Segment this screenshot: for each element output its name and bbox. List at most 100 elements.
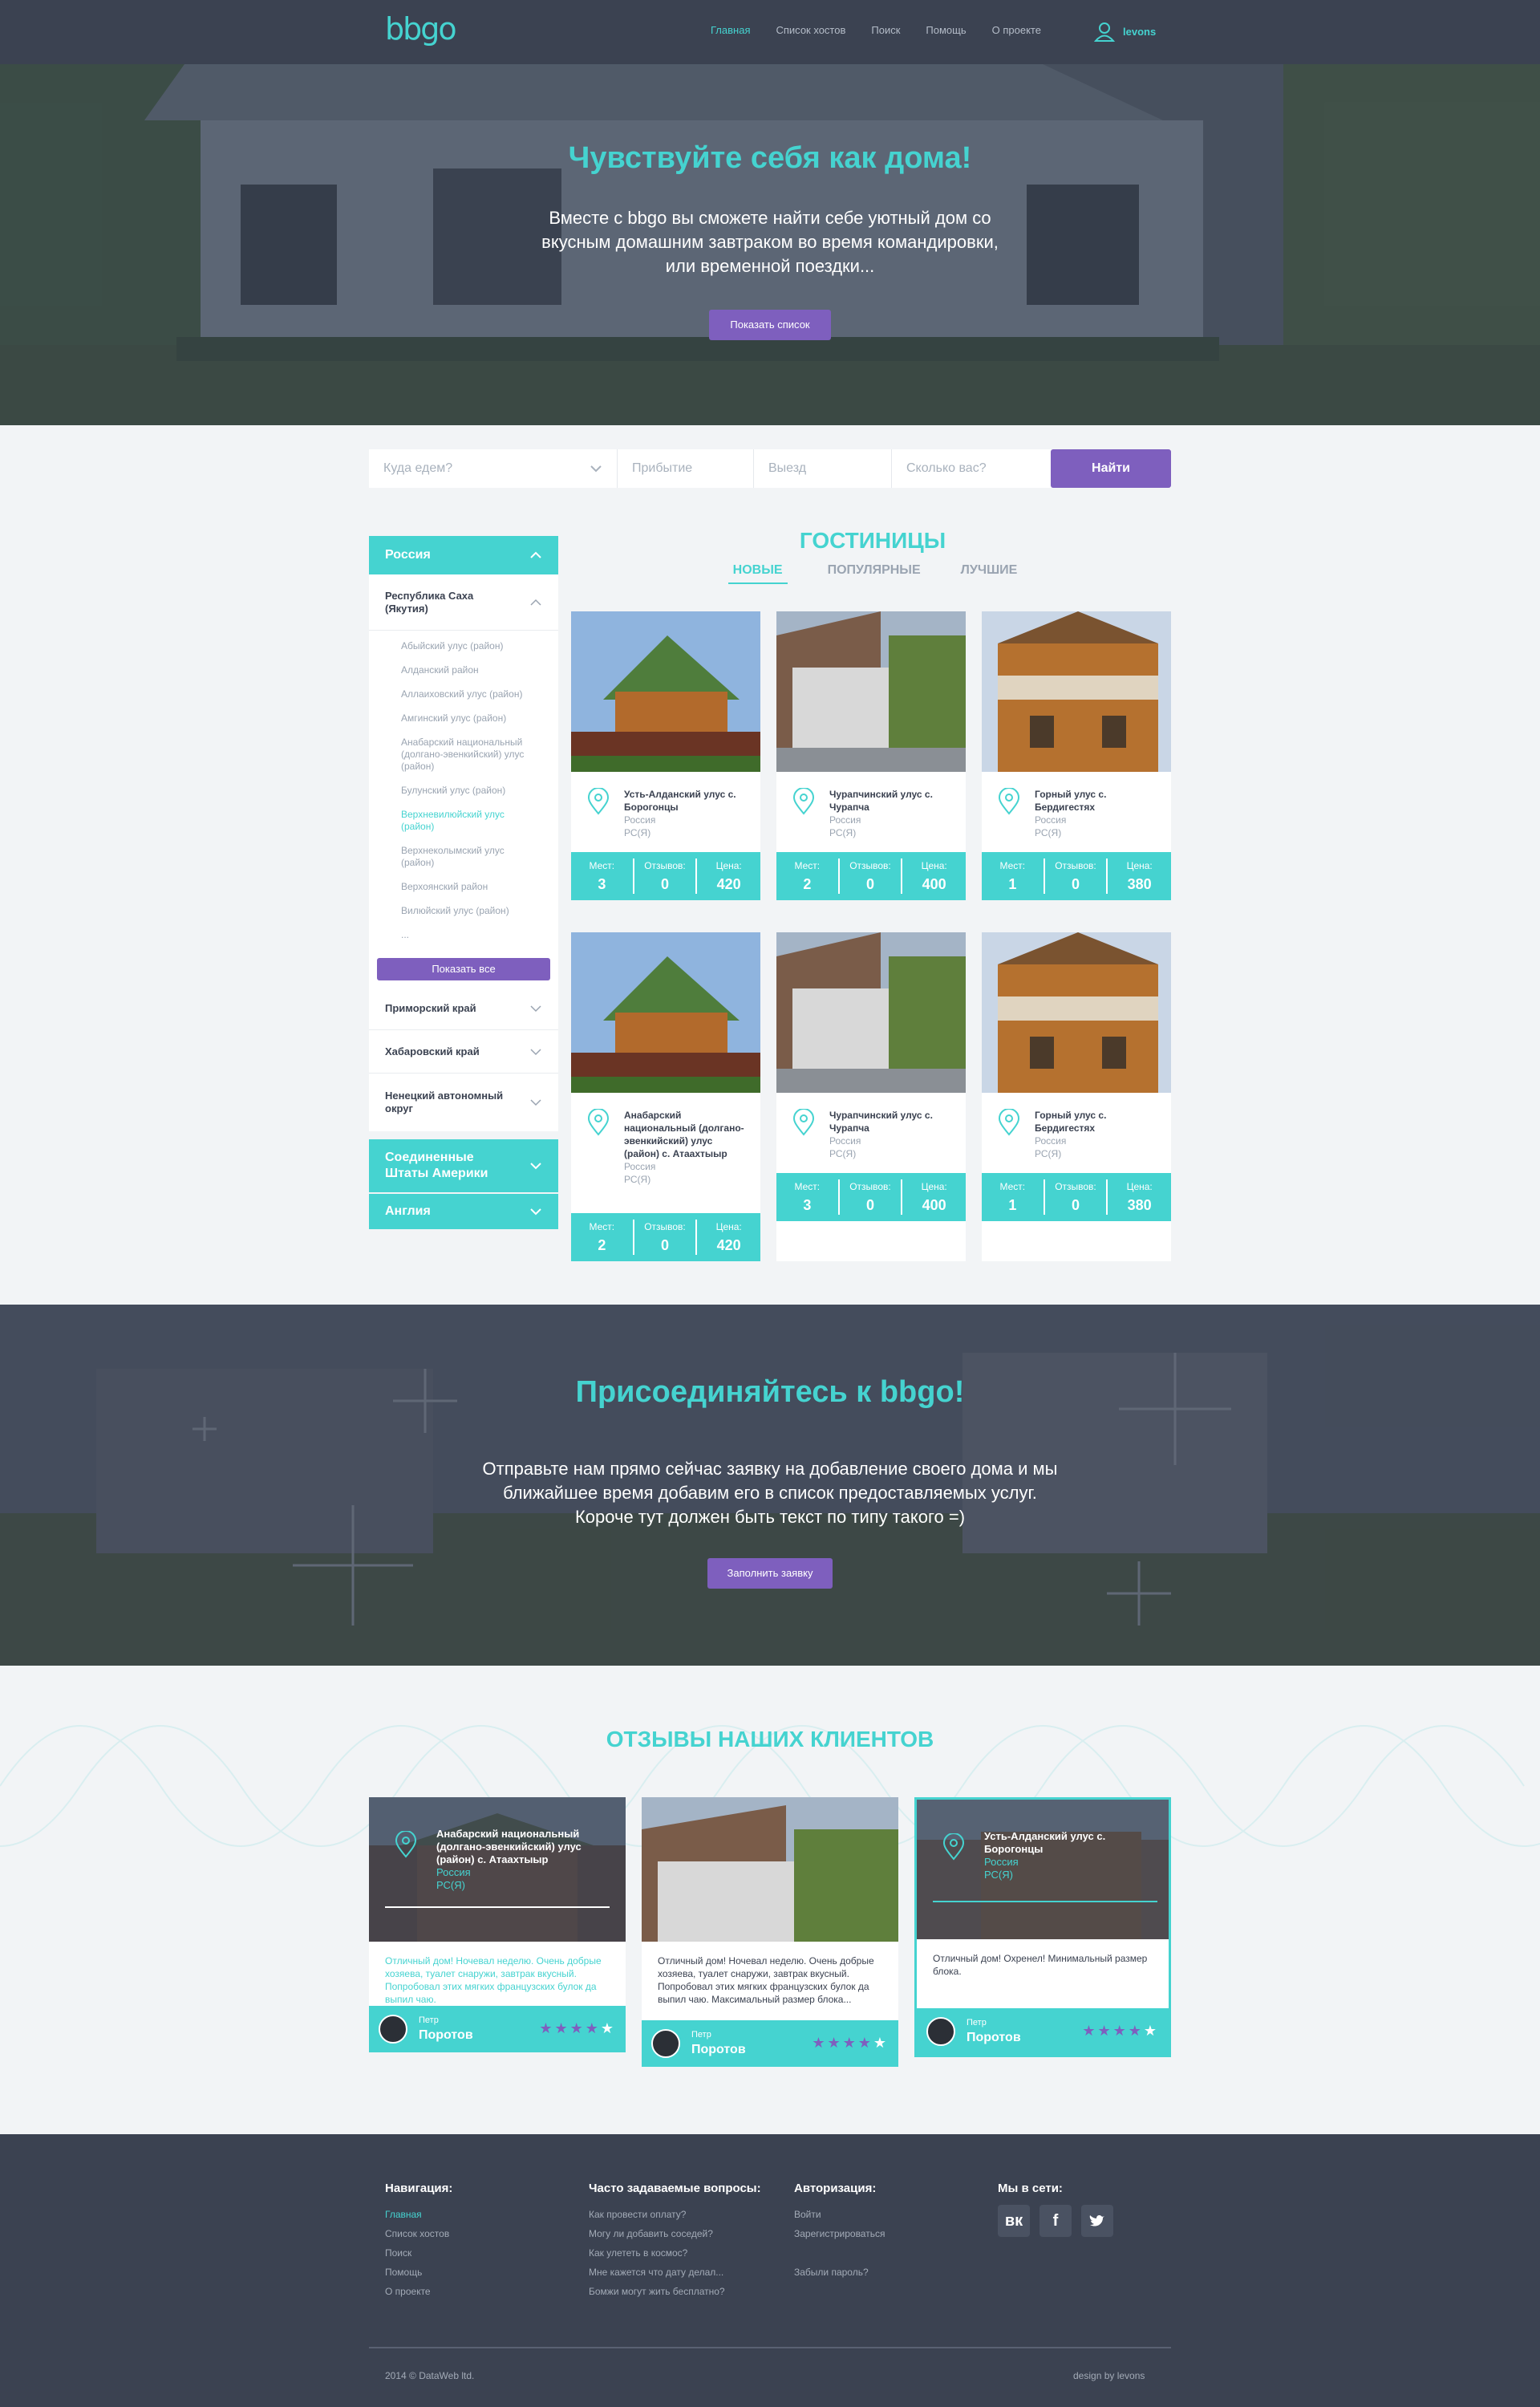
house-photo	[776, 932, 966, 1093]
district-link[interactable]: Абыйский улус (район)	[401, 640, 558, 652]
footer-link[interactable]: Помощь	[385, 2263, 561, 2282]
login-link[interactable]: Войти	[794, 2205, 971, 2224]
logo[interactable]: bbgo	[385, 11, 457, 47]
avatar	[651, 2029, 680, 2058]
hotel-card[interactable]: Усть-Алданский улус с. Борогонцы Россия РС…	[571, 611, 760, 900]
chevron-up-icon	[530, 551, 541, 558]
hotel-card[interactable]: Чурапчинский улус с. Чурапча Россия РС(Я) М…	[776, 932, 966, 1261]
district-link[interactable]: Булунский улус (район)	[401, 785, 558, 797]
search-button[interactable]: Найти	[1051, 449, 1171, 488]
hotel-photo	[982, 611, 1171, 772]
hero-title: Чувствуйте себя как дома!	[568, 141, 972, 175]
district-link[interactable]: Анабарский национальный (долгано-эвенкий…	[401, 737, 558, 773]
faq-link[interactable]: Мне кажется что дату делал...	[589, 2263, 765, 2282]
hotel-stats: Мест: 2 Отзывов: 0 Цена: 400	[776, 852, 966, 900]
region-label: Ненецкий автономный округ	[385, 1090, 504, 1114]
nav-hosts[interactable]: Список хостов	[776, 24, 845, 36]
author-last-name: Поротов	[967, 2031, 1021, 2044]
stat-label: Мест:	[589, 860, 615, 871]
review-photo: Анабарский национальный (долгано-эвенкий…	[369, 1797, 626, 1942]
hotel-location: Горный улус с. Бердигестях Россия РС(Я)	[982, 772, 1171, 852]
nav-search[interactable]: Поиск	[871, 24, 900, 36]
footer-link[interactable]: Список хостов	[385, 2224, 561, 2243]
vk-icon[interactable]: вк	[998, 2205, 1030, 2237]
map-pin-icon	[395, 1831, 417, 1858]
review-card[interactable]: Отличный дом! Ночевал неделю. Очень добр…	[642, 1797, 898, 2067]
forgot-password-link[interactable]: Забыли пароль?	[794, 2263, 971, 2282]
tab-new[interactable]: НОВЫЕ	[727, 563, 788, 584]
country-usa[interactable]: Соединенные Штаты Америки	[369, 1139, 558, 1192]
stat-label: Цена:	[715, 1221, 742, 1232]
stat-value: 3	[598, 876, 606, 892]
hero-text: Вместе с bbgo вы сможете найти себе уютн…	[541, 208, 999, 276]
stat-value: 420	[716, 1237, 741, 1253]
country-england[interactable]: Англия	[369, 1194, 558, 1229]
guests-input[interactable]: Сколько вас?	[892, 449, 1033, 488]
region-label: Республика Саха (Якутия)	[385, 589, 474, 615]
hotel-name: Чурапчинский улус с. Чурапча	[829, 1110, 933, 1134]
nav-about[interactable]: О проекте	[992, 24, 1041, 36]
faq-link[interactable]: Могу ли добавить соседей?	[589, 2224, 765, 2243]
hotel-region: РС(Я)	[624, 827, 651, 838]
stat-price: Цена: 400	[902, 1179, 966, 1215]
rating-stars: ★★★★★	[812, 2035, 889, 2051]
footer-link[interactable]: Поиск	[385, 2243, 561, 2263]
hotel-card[interactable]: Чурапчинский улус с. Чурапча Россия РС(Я) М…	[776, 611, 966, 900]
hotel-card[interactable]: Горный улус с. Бердигестях Россия РС(Я) Мес…	[982, 611, 1171, 900]
tab-popular[interactable]: ПОПУЛЯРНЫЕ	[828, 563, 921, 584]
stat-places: Мест: 2	[776, 858, 840, 894]
stat-value: 1	[1008, 876, 1017, 892]
footer-divider	[369, 2347, 1171, 2348]
region-item[interactable]: Хабаровский край	[369, 1030, 558, 1074]
facebook-icon[interactable]: f	[1040, 2205, 1072, 2237]
hotel-location: Усть-Алданский улус с. Борогонцы Россия РС…	[571, 772, 760, 852]
twitter-icon[interactable]	[1081, 2205, 1113, 2237]
district-link[interactable]: Амгинский улус (район)	[401, 712, 558, 725]
hotel-country: Россия	[829, 1135, 861, 1147]
footer-nav-title: Навигация:	[385, 2182, 453, 2195]
region-item[interactable]: Ненецкий автономный округ	[369, 1074, 558, 1131]
district-link[interactable]: Аллаиховский улус (район)	[401, 688, 558, 700]
district-link[interactable]: Верхоянский район	[401, 881, 558, 893]
reviews-title: ОТЗЫВЫ НАШИХ КЛИЕНТОВ	[606, 1727, 934, 1751]
tab-best[interactable]: ЛУЧШИЕ	[961, 563, 1018, 584]
arrival-input[interactable]: Прибытие	[618, 449, 754, 488]
user-menu[interactable]: levons	[1094, 21, 1156, 42]
chevron-down-icon	[530, 1048, 541, 1055]
district-link-hovered[interactable]: Верхневилюйский улус (район)	[401, 809, 558, 833]
hotel-card[interactable]: Горный улус с. Бердигестях Россия РС(Я) Мес…	[982, 932, 1171, 1261]
register-link[interactable]: Зарегистрироваться	[794, 2224, 971, 2243]
chevron-down-icon	[590, 465, 602, 473]
hotel-card[interactable]: Анабарский национальный (долгано-эвенкий…	[571, 932, 760, 1261]
destination-select[interactable]: Куда едем?	[369, 449, 618, 488]
stat-label: Цена:	[921, 1181, 947, 1192]
nav-help[interactable]: Помощь	[926, 24, 966, 36]
faq-link[interactable]: Как улететь в космос?	[589, 2243, 765, 2263]
faq-link[interactable]: Как провести оплату?	[589, 2205, 765, 2224]
review-card-selected[interactable]: Усть-Алданский улус с. Борогонцы Россия …	[914, 1797, 1171, 2057]
show-all-button[interactable]: Показать все	[377, 958, 550, 980]
apply-button[interactable]: Заполнить заявку	[707, 1558, 833, 1589]
region-item[interactable]: Приморский край	[369, 987, 558, 1030]
district-link[interactable]: Алданский район	[401, 664, 558, 676]
footer-link[interactable]: О проекте	[385, 2282, 561, 2301]
region-yakutia[interactable]: Республика Саха (Якутия)	[369, 574, 558, 631]
footer-social: Мы в сети: вк f	[998, 2179, 1174, 2237]
country-russia[interactable]: Россия	[369, 536, 558, 574]
departure-input[interactable]: Выезд	[754, 449, 892, 488]
stat-value: 0	[1071, 1197, 1080, 1213]
hotel-photo	[571, 611, 760, 772]
faq-link[interactable]: Бомжи могут жить бесплатно?	[589, 2282, 765, 2301]
hotel-region: РС(Я)	[624, 1174, 651, 1185]
nav-home[interactable]: Главная	[711, 24, 750, 36]
show-list-button[interactable]: Показать список	[709, 310, 831, 340]
district-link[interactable]: Верхнеколымский улус (район)	[401, 845, 558, 869]
map-pin-icon	[792, 1109, 815, 1136]
review-card[interactable]: Анабарский национальный (долгано-эвенкий…	[369, 1797, 626, 2052]
hotel-photo	[571, 932, 760, 1093]
district-link[interactable]: Вилюйский улус (район)	[401, 905, 558, 917]
stat-label: Цена:	[715, 860, 742, 871]
hotel-location: Чурапчинский улус с. Чурапча Россия РС(Я)	[776, 1093, 966, 1173]
footer-link[interactable]: Главная	[385, 2205, 561, 2224]
stat-places: Мест: 3	[571, 858, 634, 894]
